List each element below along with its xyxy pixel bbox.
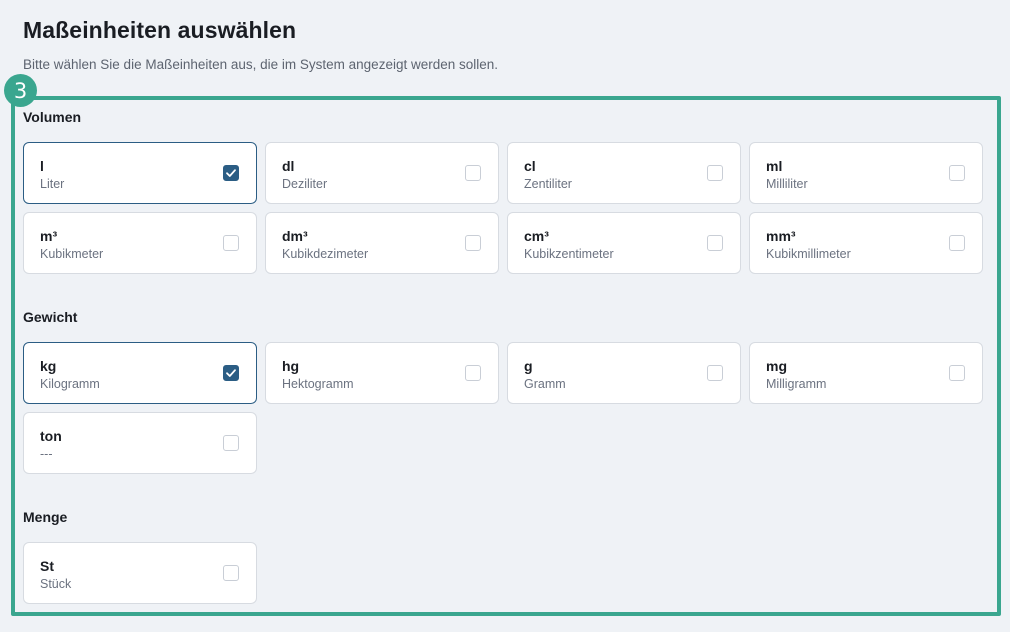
unit-checkbox[interactable] — [223, 235, 239, 251]
unit-abbreviation: cm³ — [524, 228, 549, 244]
unit-checkbox[interactable] — [949, 165, 965, 181]
page-title: Maßeinheiten auswählen — [23, 17, 297, 43]
unit-checkbox[interactable] — [223, 365, 239, 381]
unit-checkbox[interactable] — [465, 365, 481, 381]
unit-name: Gramm — [524, 377, 566, 391]
unit-checkbox[interactable] — [223, 165, 239, 181]
unit-abbreviation: mg — [766, 358, 787, 374]
unit-option-card[interactable]: dl Deziliter — [265, 142, 499, 204]
unit-abbreviation: mm³ — [766, 228, 796, 244]
unit-checkbox[interactable] — [949, 365, 965, 381]
unit-option-card[interactable]: St Stück — [23, 542, 257, 604]
unit-option-card[interactable]: mg Milligramm — [749, 342, 983, 404]
unit-name: Stück — [40, 577, 72, 591]
unit-name: Kubikmillimeter — [766, 247, 851, 261]
unit-checkbox[interactable] — [223, 435, 239, 451]
step-number-badge: 3 — [4, 74, 37, 107]
page-subtitle: Bitte wählen Sie die Maßeinheiten aus, d… — [23, 57, 499, 72]
unit-name: --- — [40, 447, 53, 461]
unit-name: Kubikdezimeter — [282, 247, 369, 261]
unit-option-card[interactable]: dm³ Kubikdezimeter — [265, 212, 499, 274]
unit-option-card[interactable]: g Gramm — [507, 342, 741, 404]
unit-abbreviation: ton — [40, 428, 62, 444]
unit-checkbox[interactable] — [223, 565, 239, 581]
unit-abbreviation: hg — [282, 358, 300, 374]
unit-option-card[interactable]: m³ Kubikmeter — [23, 212, 257, 274]
unit-name: Milligramm — [766, 377, 827, 391]
unit-name: Zentiliter — [524, 177, 572, 191]
unit-name: Hektogramm — [282, 377, 354, 391]
unit-option-card[interactable]: mm³ Kubikmillimeter — [749, 212, 983, 274]
unit-abbreviation: kg — [40, 358, 57, 374]
unit-abbreviation: g — [524, 358, 533, 374]
unit-abbreviation: l — [40, 158, 44, 174]
section-title-gewicht: Gewicht — [23, 309, 78, 325]
unit-grid-menge: St Stück — [23, 542, 983, 604]
unit-name: Kilogramm — [40, 377, 100, 391]
unit-abbreviation: ml — [766, 158, 783, 174]
section-title-menge: Menge — [23, 509, 68, 525]
unit-option-card[interactable]: cm³ Kubikzentimeter — [507, 212, 741, 274]
unit-abbreviation: St — [40, 558, 54, 574]
unit-checkbox[interactable] — [707, 365, 723, 381]
unit-name: Kubikzentimeter — [524, 247, 614, 261]
unit-abbreviation: cl — [524, 158, 536, 174]
unit-name: Kubikmeter — [40, 247, 104, 261]
unit-option-card[interactable]: hg Hektogramm — [265, 342, 499, 404]
unit-checkbox[interactable] — [707, 165, 723, 181]
unit-abbreviation: dm³ — [282, 228, 308, 244]
unit-checkbox[interactable] — [465, 165, 481, 181]
unit-option-card[interactable]: l Liter — [23, 142, 257, 204]
unit-option-card[interactable]: ton --- — [23, 412, 257, 474]
unit-name: Deziliter — [282, 177, 328, 191]
unit-grid-gewicht: kg Kilogramm hg Hektogramm g Gramm mg Milligram… — [23, 342, 983, 474]
unit-option-card[interactable]: kg Kilogramm — [23, 342, 257, 404]
unit-name: Liter — [40, 177, 65, 191]
unit-checkbox[interactable] — [949, 235, 965, 251]
unit-abbreviation: m³ — [40, 228, 58, 244]
unit-checkbox[interactable] — [707, 235, 723, 251]
unit-name: Milliliter — [766, 177, 808, 191]
unit-option-card[interactable]: cl Zentiliter — [507, 142, 741, 204]
unit-abbreviation: dl — [282, 158, 295, 174]
unit-checkbox[interactable] — [465, 235, 481, 251]
unit-grid-volumen: l Liter dl Deziliter cl Zentiliter ml Millilite… — [23, 142, 983, 274]
unit-option-card[interactable]: ml Milliliter — [749, 142, 983, 204]
checkmark-icon — [226, 369, 236, 377]
checkmark-icon — [226, 169, 236, 177]
section-title-volumen: Volumen — [23, 109, 82, 125]
